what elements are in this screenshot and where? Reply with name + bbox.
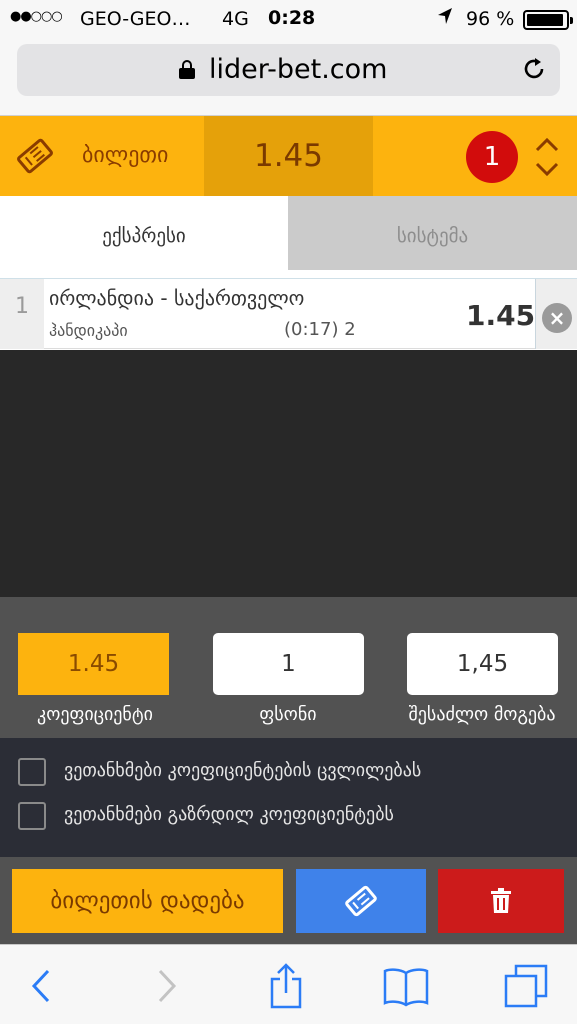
- odds-change-options: ვეთანხმები კოეფიციენტების ცვლილებას ვეთა…: [0, 738, 577, 857]
- remove-bet-icon[interactable]: ×: [542, 303, 572, 333]
- battery-percentage: 96 %: [466, 8, 515, 30]
- remove-bet-cell: ×: [535, 279, 577, 349]
- expand-collapse-icon[interactable]: [533, 136, 561, 178]
- clock: 0:28: [268, 7, 316, 29]
- address-bar[interactable]: lider-bet.com: [17, 44, 560, 96]
- bookmarks-icon[interactable]: [382, 963, 430, 1009]
- possible-win-field: 1,45: [407, 633, 558, 695]
- ticket-icon: [14, 138, 56, 174]
- bet-number: 1: [15, 294, 29, 319]
- ticket-title: ბილეთი: [82, 143, 169, 168]
- bet-market: ჰანდიკაპი: [49, 321, 128, 340]
- tab-system[interactable]: სისტემა: [288, 196, 577, 270]
- place-bet-button[interactable]: ბილეთის დადება: [12, 869, 283, 933]
- bet-odds: 1.45: [466, 299, 536, 332]
- stake-label: ფსონი: [259, 704, 317, 725]
- back-icon[interactable]: [20, 963, 68, 1009]
- status-bar: ●●○○○ GEO-GEO… 4G 0:28 96 %: [0, 0, 577, 38]
- ticket-actions: ბილეთის დადება: [0, 857, 577, 944]
- reload-icon[interactable]: [520, 55, 548, 83]
- empty-overlay-area: [0, 350, 577, 597]
- odds-label: კოეფიციენტი: [37, 704, 153, 725]
- odds-field: 1.45: [18, 633, 169, 695]
- tab-express[interactable]: ექსპრესი: [0, 196, 288, 270]
- stake-input[interactable]: 1: [213, 633, 364, 695]
- share-icon[interactable]: [262, 963, 310, 1009]
- browser-address-area: lider-bet.com: [0, 38, 577, 116]
- total-odds-box: 1.45: [204, 116, 373, 196]
- url-text[interactable]: lider-bet.com: [209, 54, 387, 85]
- forward-icon[interactable]: [142, 963, 190, 1009]
- bet-event-teams: ირლანდია - საქართველო: [49, 286, 305, 310]
- accept-increased-odds-checkbox[interactable]: [18, 802, 46, 830]
- tabs-icon[interactable]: [502, 963, 550, 1009]
- accept-increased-odds-label[interactable]: ვეთანხმები გაზრდილ კოეფიციენტებს: [64, 804, 394, 825]
- bet-handicap-line: (0:17) 2: [284, 319, 356, 340]
- bet-type-tabs: ექსპრესი სისტემა: [0, 196, 577, 270]
- stake-panel: 1.45 1 1,45 კოეფიციენტი ფსონი შესაძლო მო…: [0, 597, 577, 738]
- ticket-icon: [345, 885, 377, 917]
- lock-icon: [179, 60, 195, 79]
- accept-odds-change-checkbox[interactable]: [18, 758, 46, 786]
- bet-number-cell: 1: [0, 279, 44, 349]
- browser-toolbar: [0, 944, 577, 1024]
- location-arrow-icon: [437, 7, 453, 30]
- possible-win-label: შესაძლო მოგება: [408, 704, 556, 725]
- accept-odds-change-label[interactable]: ვეთანხმები კოეფიციენტების ცვლილებას: [64, 760, 421, 781]
- total-odds: 1.45: [253, 138, 324, 174]
- delete-ticket-button[interactable]: [438, 869, 564, 933]
- battery-icon: [523, 10, 573, 30]
- signal-strength: ●●○○○: [10, 9, 63, 24]
- network-type: 4G: [222, 8, 249, 30]
- ticket-button[interactable]: [296, 869, 426, 933]
- carrier-name: GEO-GEO…: [80, 8, 191, 30]
- bet-ticket-header[interactable]: ბილეთი 1.45 1: [0, 116, 577, 196]
- trash-icon: [491, 888, 511, 913]
- bet-selection-row: 1 ირლანდია - საქართველო ჰანდიკაპი (0:17)…: [0, 278, 577, 349]
- selection-count-badge: 1: [466, 131, 518, 183]
